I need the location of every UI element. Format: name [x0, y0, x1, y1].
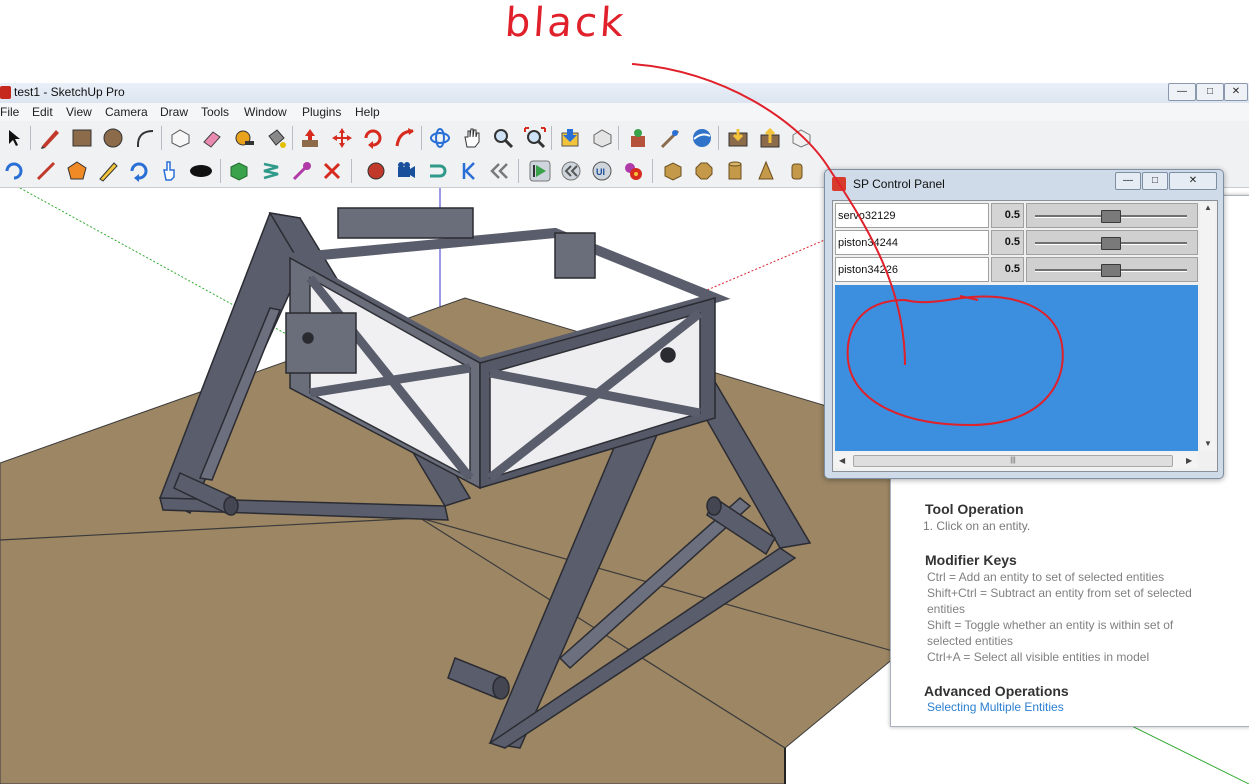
annotation-arrow-line: [631, 63, 906, 366]
annotation-circle: [846, 295, 1064, 427]
red-annotation-overlay: [631, 63, 1064, 427]
